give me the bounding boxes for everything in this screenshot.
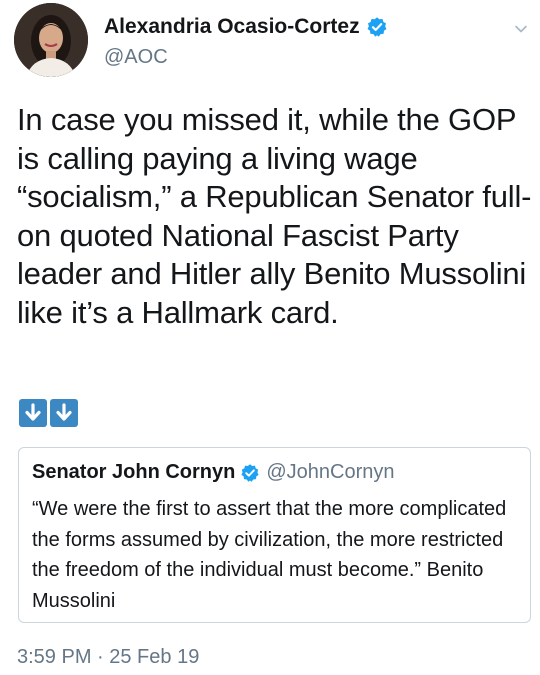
down-arrow-emoji-icon bbox=[50, 399, 78, 427]
author-name-row[interactable]: Alexandria Ocasio-Cortez bbox=[104, 15, 388, 39]
author-handle[interactable]: @AOC bbox=[104, 46, 168, 69]
quoted-tweet-header: Senator John Cornyn @JohnCornyn bbox=[32, 461, 395, 484]
emoji-row bbox=[19, 399, 78, 427]
quoted-tweet-text: “We were the first to assert that the mo… bbox=[32, 498, 507, 612]
tweet-text: In case you missed it, while the GOP is … bbox=[17, 102, 532, 330]
quoted-author-name: Senator John Cornyn bbox=[32, 461, 236, 483]
author-name[interactable]: Alexandria Ocasio-Cortez bbox=[104, 15, 360, 39]
down-arrow-emoji-icon bbox=[19, 399, 47, 427]
avatar[interactable] bbox=[14, 3, 88, 77]
tweet-timestamp[interactable]: 3:59 PM · 25 Feb 19 bbox=[17, 646, 199, 669]
quoted-tweet[interactable]: Senator John Cornyn @JohnCornyn “We were… bbox=[18, 447, 531, 623]
tweet: Alexandria Ocasio-Cortez @AOC In case yo… bbox=[0, 0, 540, 675]
chevron-down-icon[interactable] bbox=[514, 22, 528, 36]
verified-badge-icon bbox=[240, 463, 260, 483]
verified-badge-icon bbox=[366, 16, 388, 38]
avatar-image bbox=[14, 3, 88, 77]
quoted-author-handle: @JohnCornyn bbox=[266, 461, 395, 483]
